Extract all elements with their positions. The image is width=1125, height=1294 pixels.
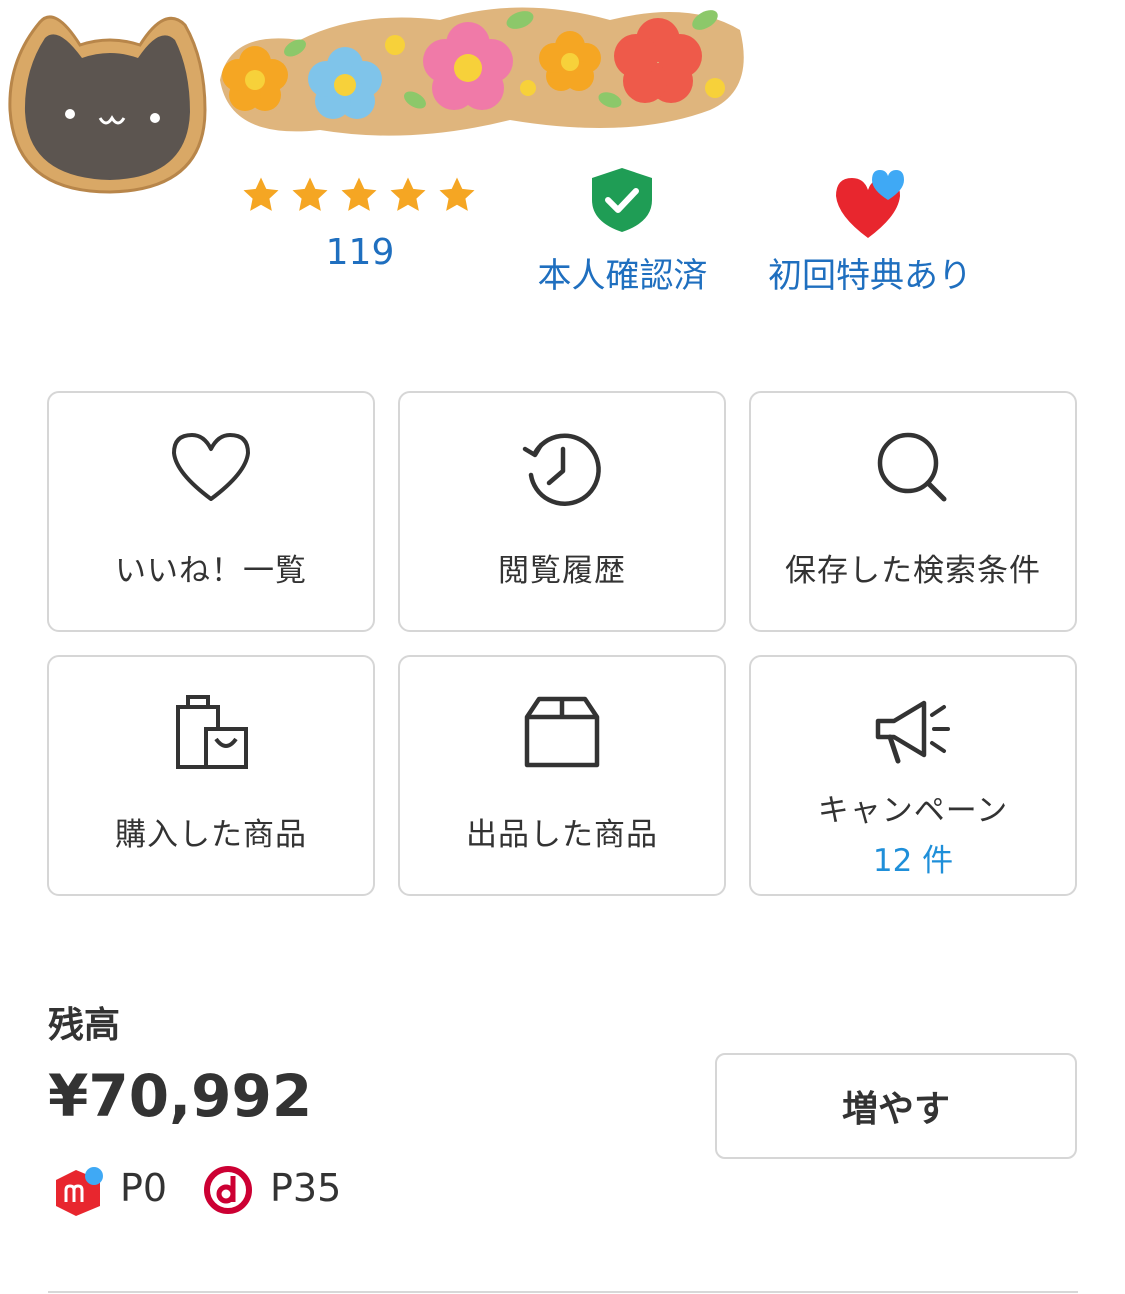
review-count[interactable]: 119 [300,232,420,273]
campaign-label: キャンペーン [817,793,1009,829]
first-time-benefit-label[interactable]: 初回特典あり [750,248,990,297]
history-clock-icon [517,423,607,513]
merpay-point-icon [52,1166,104,1218]
search-icon [868,423,958,513]
identity-verified-label[interactable]: 本人確認済 [520,248,725,297]
likes-list-tile[interactable]: いいね！一覧 [47,391,375,632]
star-icon [439,177,475,211]
box-icon [517,687,607,777]
browsing-history-tile[interactable]: 閲覧履歴 [398,391,726,632]
star-icon [243,177,279,211]
likes-list-label: いいね！一覧 [115,553,307,589]
shield-check-icon [588,166,656,234]
rating-stars[interactable] [240,174,484,216]
star-icon [390,177,426,211]
profile-decoration-image [210,0,755,150]
heart-icon [832,168,912,240]
d-points: P35 [270,1166,342,1210]
purchased-items-tile[interactable]: 購入した商品 [47,655,375,896]
user-avatar[interactable] [0,0,215,210]
campaign-count: 12 件 [872,843,954,879]
balance-title: 残高 [48,1005,121,1046]
section-divider [48,1291,1078,1293]
listed-items-tile[interactable]: 出品した商品 [398,655,726,896]
star-icon [341,177,377,211]
star-icon [292,177,328,211]
merpay-points: P0 [120,1166,168,1210]
shopping-bags-icon [166,687,256,777]
increase-balance-button[interactable]: 増やす [715,1053,1077,1159]
megaphone-icon [868,687,958,777]
listed-items-label: 出品した商品 [466,817,658,853]
heart-outline-icon [166,423,256,513]
balance-amount[interactable]: ¥70,992 [48,1062,312,1130]
d-point-icon [204,1166,252,1214]
browsing-history-label: 閲覧履歴 [498,553,626,589]
purchased-items-label: 購入した商品 [115,817,307,853]
saved-search-label: 保存した検索条件 [785,553,1041,589]
campaign-tile[interactable]: キャンペーン 12 件 [749,655,1077,896]
saved-search-tile[interactable]: 保存した検索条件 [749,391,1077,632]
